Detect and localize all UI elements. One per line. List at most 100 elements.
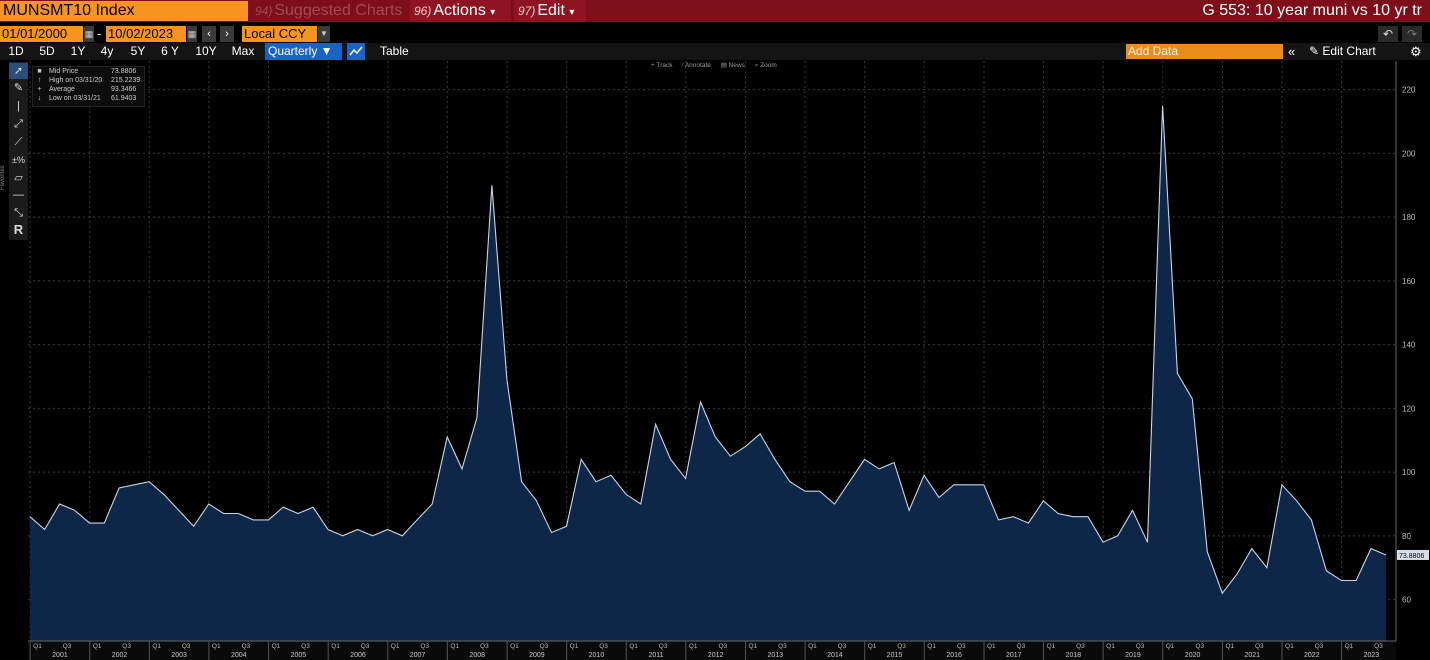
chevron-left-icon[interactable]: ‹ — [202, 26, 216, 42]
x-year-label: 2003 — [171, 652, 187, 659]
last-value-label: 73.8806 — [1399, 553, 1424, 560]
x-quarter-label: Q3 — [63, 643, 72, 650]
range-5y[interactable]: 5Y — [126, 43, 150, 60]
x-year-label: 2018 — [1066, 652, 1082, 659]
legend-label: Average — [49, 86, 75, 93]
redo-icon[interactable]: ↷ — [1402, 26, 1422, 42]
segment-icon[interactable]: ⟋ — [9, 134, 28, 150]
range-10y[interactable]: 10Y — [192, 43, 220, 60]
range-5d[interactable]: 5D — [34, 43, 60, 60]
x-quarter-label: Q1 — [272, 643, 281, 650]
x-quarter-label: Q3 — [1076, 643, 1085, 650]
x-quarter-label: Q1 — [212, 643, 221, 650]
x-year-label: 2005 — [291, 652, 307, 659]
chevron-down-icon[interactable]: ▼ — [318, 26, 330, 42]
price-chart[interactable]: 60 80 100 120 140 160 180 200 220 2001 Q1 Q3 2002 Q1 Q… — [0, 0, 1430, 660]
range-1y[interactable]: 1Y — [66, 43, 90, 60]
frequency-select[interactable]: Quarterly ▼ — [265, 43, 342, 60]
edit-chart-button[interactable]: ✎ Edit Chart — [1309, 43, 1376, 60]
x-year-label: 2001 — [52, 652, 68, 659]
x-axis-band — [28, 641, 1396, 660]
x-year-label: 2017 — [1006, 652, 1022, 659]
horizontal-line-icon[interactable]: — — [9, 187, 28, 203]
menu-label: Edit — [537, 2, 565, 19]
x-quarter-label: Q1 — [629, 643, 638, 650]
news-button[interactable]: ▤ News — [721, 62, 745, 69]
x-quarter-label: Q1 — [987, 643, 996, 650]
legend-label: Mid Price — [49, 68, 79, 75]
x-quarter-label: Q1 — [93, 643, 102, 650]
x-quarter-label: Q3 — [122, 643, 131, 650]
percent-line-icon[interactable]: ±% — [9, 152, 28, 168]
legend-value: 93.3466 — [111, 86, 137, 93]
chevron-right-icon[interactable]: › — [220, 26, 234, 42]
x-year-label: 2011 — [648, 652, 663, 659]
range-1d[interactable]: 1D — [4, 43, 28, 60]
add-data-input[interactable]: Add Data — [1126, 44, 1283, 59]
channel-icon[interactable]: ▱ — [9, 170, 28, 186]
x-quarter-label: Q1 — [749, 643, 758, 650]
range-6y[interactable]: 6 Y — [155, 43, 185, 60]
date-separator: - — [97, 26, 102, 41]
menu-number: 94) — [255, 4, 273, 18]
legend-row-low: ↓ Low on 03/31/21 61.9403 — [33, 94, 144, 103]
undo-icon[interactable]: ↶ — [1378, 26, 1398, 42]
x-quarter-label: Q1 — [927, 643, 936, 650]
pointer-icon[interactable]: ➚ — [9, 63, 28, 79]
calendar-icon[interactable]: ▦ — [84, 26, 94, 42]
x-quarter-label: Q3 — [301, 643, 310, 650]
x-quarter-label: Q3 — [1017, 643, 1026, 650]
vertical-line-icon[interactable]: | — [9, 98, 28, 114]
menu-label: Suggested Charts — [274, 2, 403, 19]
annotate-button[interactable]: ⁄ Annotate — [682, 62, 711, 69]
collapse-icon[interactable]: « — [1288, 43, 1295, 60]
track-button[interactable]: + Track — [651, 62, 673, 69]
y-tick-label: 120 — [1402, 404, 1416, 413]
pen-icon[interactable]: ✎ — [9, 80, 28, 96]
edit-chart-label: Edit Chart — [1322, 44, 1376, 58]
trend-line-icon[interactable]: ⤢ — [9, 116, 28, 132]
x-quarter-label: Q3 — [957, 643, 966, 650]
table-button[interactable]: Table — [380, 43, 409, 60]
x-quarter-label: Q1 — [1285, 643, 1294, 650]
line-chart-icon[interactable] — [347, 43, 365, 60]
x-year-label: 2015 — [887, 652, 903, 659]
security-field[interactable]: MUNSMT10 Index — [0, 1, 248, 21]
zoom-button[interactable]: ⌕ Zoom — [755, 62, 777, 69]
x-year-label: 2002 — [112, 652, 128, 659]
r-tool-icon[interactable]: R — [9, 222, 28, 238]
x-year-label: 2014 — [827, 652, 843, 659]
start-date-input[interactable]: 01/01/2000 — [0, 26, 83, 42]
x-quarter-label: Q3 — [1255, 643, 1264, 650]
legend-value: 215.2239 — [111, 77, 141, 84]
suggested-charts-menu[interactable]: 94) Suggested Charts — [251, 0, 407, 22]
x-quarter-label: Q1 — [1225, 643, 1234, 650]
y-tick-label: 160 — [1402, 277, 1416, 286]
chevron-down-icon: ▾ — [569, 7, 575, 18]
range-4y[interactable]: 4y — [95, 43, 119, 60]
gear-icon[interactable]: ⚙ — [1410, 43, 1422, 60]
range-max[interactable]: Max — [228, 43, 258, 60]
square-icon: ■ — [37, 68, 42, 75]
chart-title: G 553: 10 year muni vs 10 yr tr — [1202, 2, 1422, 19]
y-tick-label: 60 — [1402, 596, 1411, 605]
y-tick-label: 200 — [1402, 149, 1416, 158]
x-quarter-label: Q3 — [361, 643, 370, 650]
y-tick-label: 220 — [1402, 86, 1416, 95]
x-quarter-label: Q3 — [1315, 643, 1324, 650]
x-quarter-label: Q3 — [719, 643, 728, 650]
actions-menu[interactable]: 96) Actions ▾ — [410, 0, 511, 22]
series-line-mid-price — [29, 105, 1387, 595]
currency-select[interactable]: Local CCY — [242, 26, 317, 42]
legend-value: 61.9403 — [111, 95, 137, 102]
end-date-input[interactable]: 10/02/2023 — [106, 26, 186, 42]
ray-icon[interactable]: ⤡ — [9, 205, 28, 221]
x-year-label: 2012 — [708, 652, 724, 659]
calendar-icon[interactable]: ▦ — [187, 26, 197, 42]
y-tick-label: 100 — [1402, 468, 1416, 477]
x-year-label: 2008 — [469, 652, 485, 659]
x-year-label: 2004 — [231, 652, 247, 659]
x-quarter-label: Q3 — [182, 643, 191, 650]
edit-menu[interactable]: 97) Edit ▾ — [514, 0, 586, 22]
x-quarter-label: Q1 — [868, 643, 877, 650]
